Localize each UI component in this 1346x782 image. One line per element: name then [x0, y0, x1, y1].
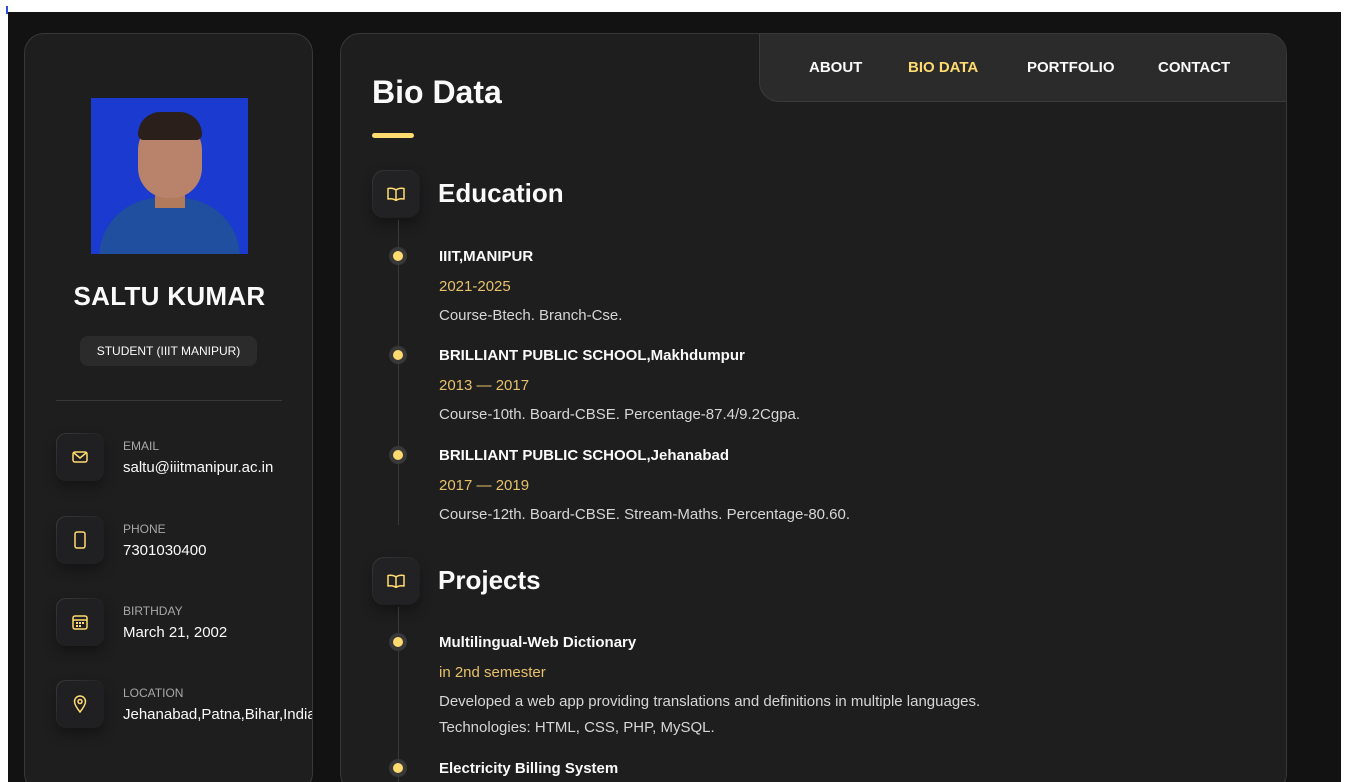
calendar-icon	[56, 598, 104, 646]
nav-about[interactable]: ABOUT	[809, 59, 862, 76]
phone-icon	[56, 516, 104, 564]
timeline-dot	[393, 350, 403, 360]
contact-label: PHONE	[123, 522, 166, 536]
mail-icon	[56, 433, 104, 481]
timeline-item-text: Course-Btech. Branch-Cse.	[439, 307, 623, 324]
timeline-item: Multilingual-Web Dictionary in 2nd semes…	[372, 634, 1252, 744]
page-title: Bio Data	[372, 74, 502, 110]
timeline-item-title: Electricity Billing System	[439, 760, 619, 777]
section-education-header: Education	[372, 170, 972, 218]
timeline-dot	[393, 450, 403, 460]
timeline-item: Electricity Billing System	[372, 760, 1252, 782]
email-link[interactable]: saltu@iiitmanipur.ac.in	[123, 459, 277, 476]
phone-link[interactable]: 7301030400	[123, 542, 312, 559]
timeline-item-date: in 2nd semester	[439, 664, 546, 681]
location-value: Jehanabad,Patna,Bihar,India	[123, 706, 313, 723]
separator	[56, 400, 282, 401]
profile-title-badge: STUDENT (IIIT MANIPUR)	[80, 336, 257, 366]
avatar	[91, 98, 248, 254]
nav-portfolio[interactable]: PORTFOLIO	[1027, 59, 1115, 76]
timeline-item-date: 2017 — 2019	[439, 477, 530, 494]
contact-email: EMAIL saltu@iiitmanipur.ac.in	[56, 433, 306, 485]
profile-name: SALTU KUMAR	[73, 281, 266, 311]
timeline-dot	[393, 763, 403, 773]
page-viewport: SALTU KUMAR STUDENT (IIIT MANIPUR) EMAIL…	[8, 12, 1341, 782]
timeline-dot	[393, 251, 403, 261]
nav-contact[interactable]: CONTACT	[1158, 59, 1230, 76]
timeline-item: BRILLIANT PUBLIC SCHOOL,Makhdumpur 2013 …	[372, 347, 1252, 427]
contact-birthday: BIRTHDAY March 21, 2002	[56, 598, 306, 650]
timeline-item-text: Course-12th. Board-CBSE. Stream-Maths. P…	[439, 506, 851, 523]
section-title: Projects	[438, 565, 541, 595]
book-open-icon	[372, 557, 420, 605]
contact-label: LOCATION	[123, 686, 184, 700]
timeline-item-title: IIIT,MANIPUR	[439, 248, 534, 265]
book-open-icon	[372, 170, 420, 218]
timeline-item-date: 2021-2025	[439, 278, 511, 295]
nav-bio-data[interactable]: BIO DATA	[908, 59, 978, 76]
location-icon	[56, 680, 104, 728]
contact-phone: PHONE 7301030400	[56, 516, 306, 568]
timeline-item-text: Course-10th. Board-CBSE. Percentage-87.4…	[439, 406, 801, 423]
title-underline	[372, 133, 414, 138]
timeline-item-title: BRILLIANT PUBLIC SCHOOL,Jehanabad	[439, 447, 730, 464]
birthday-value: March 21, 2002	[123, 624, 228, 641]
navbar: ABOUT BIO DATA PORTFOLIO CONTACT	[759, 34, 1286, 102]
timeline-item-text: Developed a web app providing translatio…	[439, 693, 981, 710]
section-title: Education	[438, 178, 564, 208]
contact-label: EMAIL	[123, 439, 160, 453]
contact-label: BIRTHDAY	[123, 604, 183, 618]
contact-location: LOCATION Jehanabad,Patna,Bihar,India	[56, 680, 312, 732]
section-projects-header: Projects	[372, 557, 972, 605]
timeline-dot	[393, 637, 403, 647]
timeline-item-date: 2013 — 2017	[439, 377, 530, 394]
timeline-item: IIIT,MANIPUR 2021-2025 Course-Btech. Bra…	[372, 248, 1252, 328]
timeline-item-title: Multilingual-Web Dictionary	[439, 634, 637, 651]
main-article: ABOUT BIO DATA PORTFOLIO CONTACT Bio Dat…	[340, 33, 1287, 782]
sidebar: SALTU KUMAR STUDENT (IIIT MANIPUR) EMAIL…	[24, 33, 313, 782]
timeline-item-title: BRILLIANT PUBLIC SCHOOL,Makhdumpur	[439, 347, 745, 364]
timeline-item-text: Technologies: HTML, CSS, PHP, MySQL.	[439, 719, 715, 736]
timeline-item: BRILLIANT PUBLIC SCHOOL,Jehanabad 2017 —…	[372, 447, 1252, 527]
